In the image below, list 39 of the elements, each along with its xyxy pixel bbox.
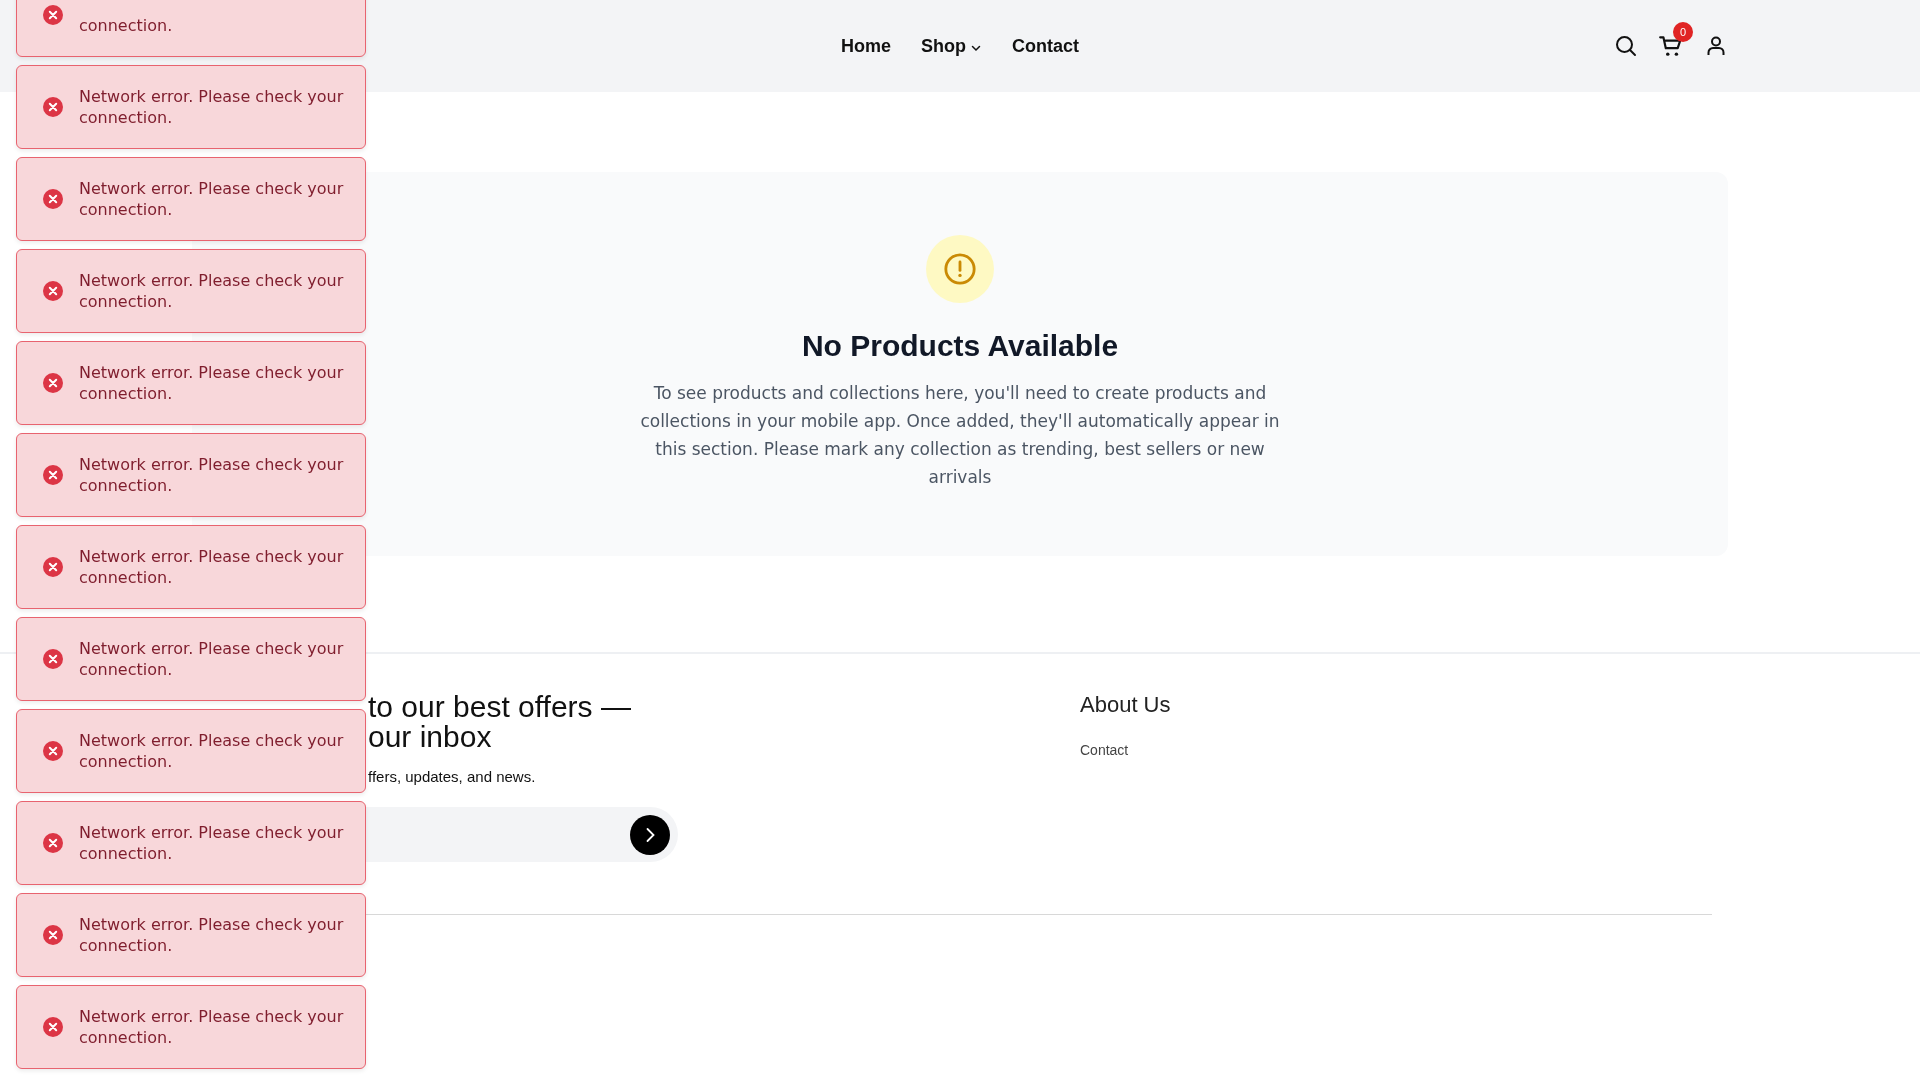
user-icon[interactable] bbox=[1704, 34, 1728, 58]
toast-message: Network error. Please check your connection. bbox=[79, 546, 345, 588]
submit-button[interactable] bbox=[630, 814, 670, 855]
toast-message: Network error. Please check your connection. bbox=[79, 1006, 345, 1048]
empty-state-title: No Products Available bbox=[801, 329, 1119, 363]
newsletter-heading: to our best offers — bbox=[368, 692, 631, 722]
error-icon bbox=[43, 833, 63, 853]
footer-column-title: About Us bbox=[1080, 692, 1171, 718]
footer-link[interactable]: Contact bbox=[1080, 742, 1129, 758]
toast-message: Network error. Please check your connection. bbox=[79, 362, 345, 404]
toast-message: connection. bbox=[79, 15, 173, 36]
nav-link[interactable]: Contact bbox=[1012, 35, 1079, 57]
error-icon bbox=[43, 649, 63, 669]
toast-message: Network error. Please check your connection. bbox=[79, 730, 345, 772]
newsletter-subtitle: ffers, updates, and news. bbox=[368, 768, 537, 785]
error-icon bbox=[43, 741, 63, 761]
toast-message: Network error. Please check your connection. bbox=[79, 914, 345, 956]
toast-message: Network error. Please check your connection. bbox=[79, 178, 345, 220]
exclamation-icon bbox=[943, 252, 977, 286]
toast-message: Network error. Please check your connection. bbox=[79, 822, 345, 864]
error-icon bbox=[43, 281, 63, 301]
toast-message: Network error. Please check your connection. bbox=[79, 454, 345, 496]
nav-link[interactable]: Home bbox=[841, 35, 891, 57]
error-icon bbox=[43, 925, 63, 945]
cart-count-badge: 0 bbox=[1673, 22, 1693, 42]
newsletter-heading: our inbox bbox=[368, 722, 492, 752]
shop-menu-link[interactable]: Shop bbox=[921, 35, 982, 57]
error-icon bbox=[43, 189, 63, 209]
toast-message: Network error. Please check your connection. bbox=[79, 270, 345, 312]
error-icon bbox=[43, 557, 63, 577]
error-icon bbox=[43, 1017, 63, 1037]
error-icon bbox=[43, 97, 63, 117]
error-icon bbox=[43, 373, 63, 393]
empty-state-message: To see products and collections here, you'll need to create products and collections in your mobile app. Once added, they'll automatically appear in this section. Please mark any collection as trending, best sellers or new arrivals bbox=[639, 382, 1281, 489]
search-icon[interactable] bbox=[1614, 34, 1638, 58]
toast-message: Network error. Please check your connection. bbox=[79, 86, 345, 128]
error-icon bbox=[43, 465, 63, 485]
error-icon bbox=[43, 5, 63, 25]
toast-message: Network error. Please check your connection. bbox=[79, 638, 345, 680]
